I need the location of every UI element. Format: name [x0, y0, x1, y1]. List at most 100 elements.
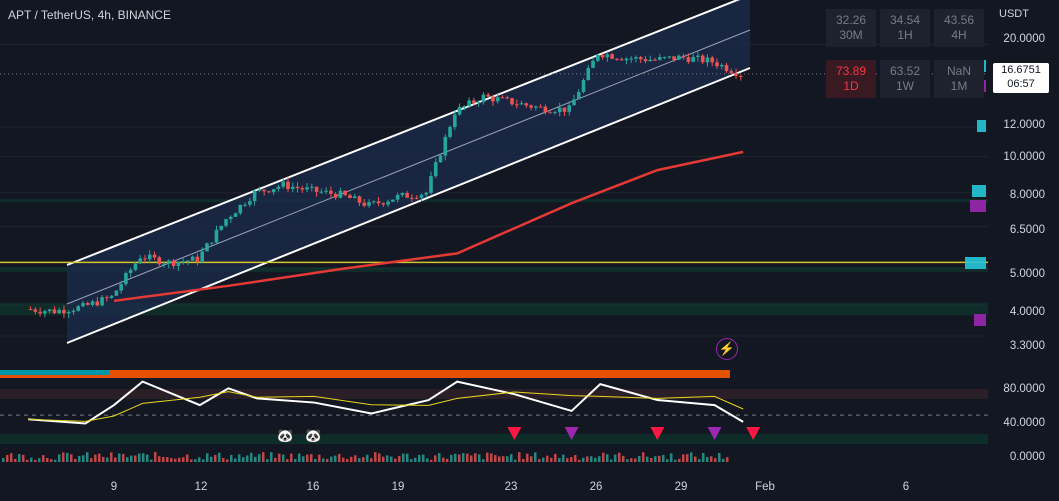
volume-bar [274, 457, 277, 462]
volume-bar [706, 456, 709, 462]
candle-body [472, 100, 476, 103]
volume-bar [226, 459, 229, 462]
candle-body [300, 188, 305, 190]
volume-bar [446, 458, 449, 462]
volume-bar [686, 454, 689, 462]
volume-bar [206, 453, 209, 462]
volume-bar [318, 454, 321, 462]
volume-bar [46, 457, 49, 462]
volume-bar [618, 452, 621, 462]
volume-bar [270, 452, 273, 462]
volume-bar [614, 454, 617, 462]
candle-body [105, 297, 109, 299]
volume-bar [146, 454, 149, 462]
last-price: 16.6751 [1001, 64, 1041, 76]
volume-bar [702, 453, 705, 462]
volume-bar [586, 456, 589, 462]
candle-body [553, 112, 557, 114]
candle-body [371, 201, 376, 203]
candle-body [715, 62, 719, 67]
volume-bar [178, 457, 181, 462]
volume-bar [394, 458, 397, 462]
volume-bar [582, 457, 585, 462]
candle-body [724, 64, 729, 72]
candle-body [85, 303, 90, 305]
volume-bar [234, 458, 237, 462]
candle-body [653, 59, 657, 61]
volume-bar [286, 459, 289, 462]
candle-body [219, 225, 224, 230]
lightning-icon[interactable]: ⚡ [716, 338, 738, 360]
candle-body [696, 55, 700, 57]
candle-body [672, 56, 676, 60]
volume-bar [242, 457, 245, 462]
price-tick: 10.0000 [1003, 151, 1045, 163]
volume-bar [498, 456, 501, 462]
candle-body [629, 58, 633, 60]
x-tick: 12 [194, 481, 208, 493]
volume-bar [462, 453, 465, 462]
mtf-cell-1h: 34.54 1H [880, 9, 930, 47]
volume-bar [534, 452, 537, 462]
symbol-title: APT / TetherUS, 4h, BINANCE [8, 8, 171, 22]
candle-body [414, 197, 419, 199]
volume-bar [390, 456, 393, 462]
volume-bar [442, 457, 445, 462]
candle-body [514, 104, 519, 106]
volume-bar [198, 457, 201, 462]
candle-body [124, 273, 128, 285]
volume-bar [474, 453, 477, 462]
candle-body [462, 105, 467, 107]
candle-body [581, 79, 586, 93]
volume-bar [718, 452, 721, 462]
candle-body [81, 303, 85, 307]
candle-body [76, 306, 81, 311]
volume-bar [590, 456, 593, 462]
candle-body [619, 59, 624, 61]
volume-bar [478, 454, 481, 462]
volume-bar [694, 456, 697, 462]
volume-bar [258, 454, 261, 462]
x-tick: 26 [589, 481, 603, 493]
candle-body [248, 201, 252, 205]
candle-body [324, 190, 328, 192]
volume-bar [430, 459, 433, 462]
candle-body [28, 308, 33, 310]
volume-bar [342, 457, 345, 462]
volume-bar [114, 457, 117, 462]
volume-bar [290, 453, 293, 462]
candle-body [66, 312, 71, 314]
candle-body [562, 107, 567, 112]
volume-bar [98, 453, 101, 462]
candle-body [505, 97, 510, 99]
volume-bar [310, 454, 313, 462]
volume-bar [710, 456, 713, 462]
candle-body [367, 202, 371, 206]
volume-bar [490, 453, 493, 462]
candle-body [243, 204, 247, 206]
volume-bar [502, 456, 505, 462]
volume-bar [374, 452, 377, 462]
volume-bar [546, 455, 549, 462]
bar-countdown: 06:57 [1007, 78, 1035, 90]
candle-body [481, 94, 486, 103]
candle-body [605, 54, 610, 58]
volume-bar [322, 458, 325, 462]
volume-bar [294, 459, 297, 462]
volume-bar [558, 458, 561, 462]
candle-body [548, 112, 552, 114]
candle-body [329, 190, 333, 194]
volume-bar [610, 459, 613, 462]
volume-bar [482, 459, 485, 462]
volume-bar [202, 459, 205, 462]
mtf-cell-4h: 43.56 4H [934, 9, 984, 47]
candle-body [348, 195, 352, 199]
x-tick: 23 [504, 481, 518, 493]
rsi-line [28, 380, 744, 425]
candle-body [333, 193, 338, 198]
candle-body [524, 103, 529, 106]
volume-bar [70, 454, 73, 462]
volume-bar [106, 457, 109, 462]
volume-bar [122, 453, 125, 462]
volume-bar [486, 452, 489, 462]
